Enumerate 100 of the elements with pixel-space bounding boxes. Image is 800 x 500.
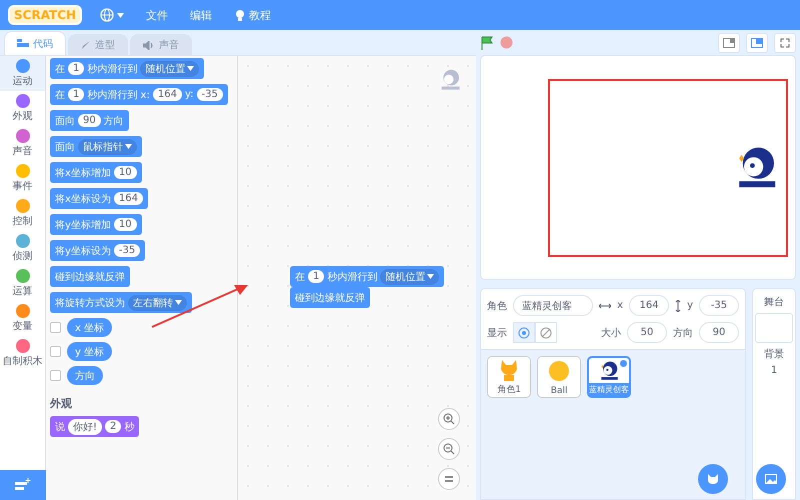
sprite-tile[interactable]: Ball xyxy=(537,356,582,398)
block-input[interactable]: 你好! xyxy=(68,418,102,434)
block-text: 将x坐标增加 xyxy=(55,166,111,180)
block-text: 秒内滑行到 x: xyxy=(87,88,150,102)
zoom-out-button[interactable] xyxy=(438,438,460,460)
caret-icon xyxy=(125,144,132,149)
code-block[interactable]: 将x坐标增加 10 xyxy=(50,162,142,183)
code-block[interactable]: 说 你好! 2 秒 xyxy=(50,416,140,437)
code-block[interactable]: 在 1 秒内滑行到 x: 164 y: -35 xyxy=(50,84,228,105)
hidden-eye-icon xyxy=(540,326,552,338)
block-input[interactable]: 10 xyxy=(114,218,137,231)
block-text: 碰到边缘就反弹 xyxy=(55,270,125,284)
code-block[interactable]: 将y坐标增加 10 xyxy=(50,214,142,235)
panel-title: 舞台 xyxy=(764,296,784,309)
field-label: x xyxy=(617,300,624,311)
field-label: 方向 xyxy=(673,326,693,340)
block-dropdown[interactable]: 左右翻转 xyxy=(128,294,187,310)
reset-zoom-button[interactable] xyxy=(438,468,460,490)
block-input[interactable]: 90 xyxy=(78,114,101,127)
block-input[interactable]: 164 xyxy=(114,192,144,205)
field-label: 角色 xyxy=(487,300,508,312)
block-text: 将旋转方式设为 xyxy=(55,296,125,310)
caret-icon xyxy=(187,66,194,71)
backdrop-count: 1 xyxy=(770,365,778,376)
fullscreen-button[interactable] xyxy=(774,32,796,52)
x-field[interactable]: 164 xyxy=(629,295,670,316)
field-label: 显示 xyxy=(487,326,508,340)
field-label: 大小 xyxy=(601,326,621,340)
block-input[interactable]: 1 xyxy=(308,270,324,283)
block-text: 将y坐标设为 xyxy=(55,244,111,258)
lightbulb-icon xyxy=(234,8,246,22)
block-input[interactable]: -35 xyxy=(114,244,140,257)
caret-icon xyxy=(175,300,182,305)
zoom-in-icon xyxy=(443,413,456,425)
code-block[interactable]: 在 1 秒内滑行到 随机位置 xyxy=(50,58,204,79)
code-block[interactable]: 面向 鼠标指针 xyxy=(50,136,142,157)
size-field[interactable]: 50 xyxy=(627,322,667,343)
block-input[interactable]: 2 xyxy=(105,420,122,433)
block-text: 面向 xyxy=(55,114,75,128)
backdrop-thumbnail[interactable] xyxy=(755,313,793,343)
block-text: 面向 xyxy=(55,140,75,154)
checkbox[interactable] xyxy=(50,322,61,333)
category-heading: 外观 xyxy=(50,396,73,411)
block-dropdown[interactable]: 随机位置 xyxy=(140,60,200,76)
block-text: y 坐标 xyxy=(75,346,104,358)
code-block[interactable]: 在 1 秒内滑行到 随机位置 xyxy=(290,266,444,287)
code-icon xyxy=(17,39,29,48)
direction-field[interactable]: 90 xyxy=(699,322,739,343)
block-text: 在 xyxy=(55,88,65,102)
normal-stage-button[interactable] xyxy=(746,32,768,52)
show-button[interactable] xyxy=(513,322,536,343)
sprite-tile[interactable]: 角色1 xyxy=(487,356,532,398)
cat-icon xyxy=(707,473,719,485)
block-text: 方向 xyxy=(104,114,124,128)
checkbox[interactable] xyxy=(50,346,61,357)
category-item[interactable]: 运动 xyxy=(0,56,45,91)
code-block[interactable]: 将y坐标设为 -35 xyxy=(50,240,146,261)
block-input[interactable]: 164 xyxy=(152,88,182,101)
flag-icon[interactable] xyxy=(480,36,494,50)
block-input[interactable]: 1 xyxy=(68,62,84,75)
brush-icon xyxy=(81,40,91,50)
eye-icon xyxy=(518,326,530,338)
globe-icon xyxy=(100,8,114,22)
block-dropdown[interactable]: 鼠标指针 xyxy=(78,138,137,154)
sprite-name-field[interactable]: 蓝精灵创客 xyxy=(513,295,594,316)
code-block[interactable]: 面向 90 方向 xyxy=(50,110,129,131)
equals-icon xyxy=(444,475,454,483)
block-text: 在 xyxy=(295,270,305,284)
block-text: 秒 xyxy=(124,420,134,434)
field-label: 背景 xyxy=(764,348,784,361)
block-input[interactable]: 10 xyxy=(114,166,137,179)
picture-icon xyxy=(765,474,777,484)
block-text: 将y坐标增加 xyxy=(55,218,111,232)
code-block[interactable]: 将旋转方式设为 左右翻转 xyxy=(50,292,192,313)
zoom-in-button[interactable] xyxy=(438,408,460,430)
caret-icon xyxy=(427,274,434,279)
normal-stage-icon xyxy=(751,38,763,48)
fullscreen-icon xyxy=(780,38,790,48)
caret-icon xyxy=(117,12,124,18)
block-text: 秒内滑行到 xyxy=(327,270,378,284)
small-stage-icon xyxy=(723,38,735,48)
block-dropdown[interactable]: 随机位置 xyxy=(380,268,440,284)
extension-icon xyxy=(15,478,31,492)
block-text: 碰到边缘就反弹 xyxy=(295,292,365,304)
block-input[interactable]: 1 xyxy=(68,88,84,101)
block-text: y: xyxy=(184,89,194,100)
stop-icon[interactable] xyxy=(500,36,514,49)
horizontal-arrows-icon xyxy=(599,302,612,308)
vertical-arrows-icon xyxy=(675,300,682,312)
code-block[interactable]: 将x坐标设为 164 xyxy=(50,188,148,209)
block-text: 秒内滑行到 xyxy=(87,62,138,76)
hide-button[interactable] xyxy=(535,322,558,343)
small-stage-button[interactable] xyxy=(718,32,740,52)
y-field[interactable]: -35 xyxy=(699,295,739,316)
checkbox[interactable] xyxy=(50,370,61,381)
block-text: 说 xyxy=(55,420,65,434)
block-input[interactable]: -35 xyxy=(196,88,223,101)
add-extension-button[interactable] xyxy=(0,470,46,500)
block-text: 在 xyxy=(55,62,65,76)
block-text: 将x坐标设为 xyxy=(55,192,111,206)
